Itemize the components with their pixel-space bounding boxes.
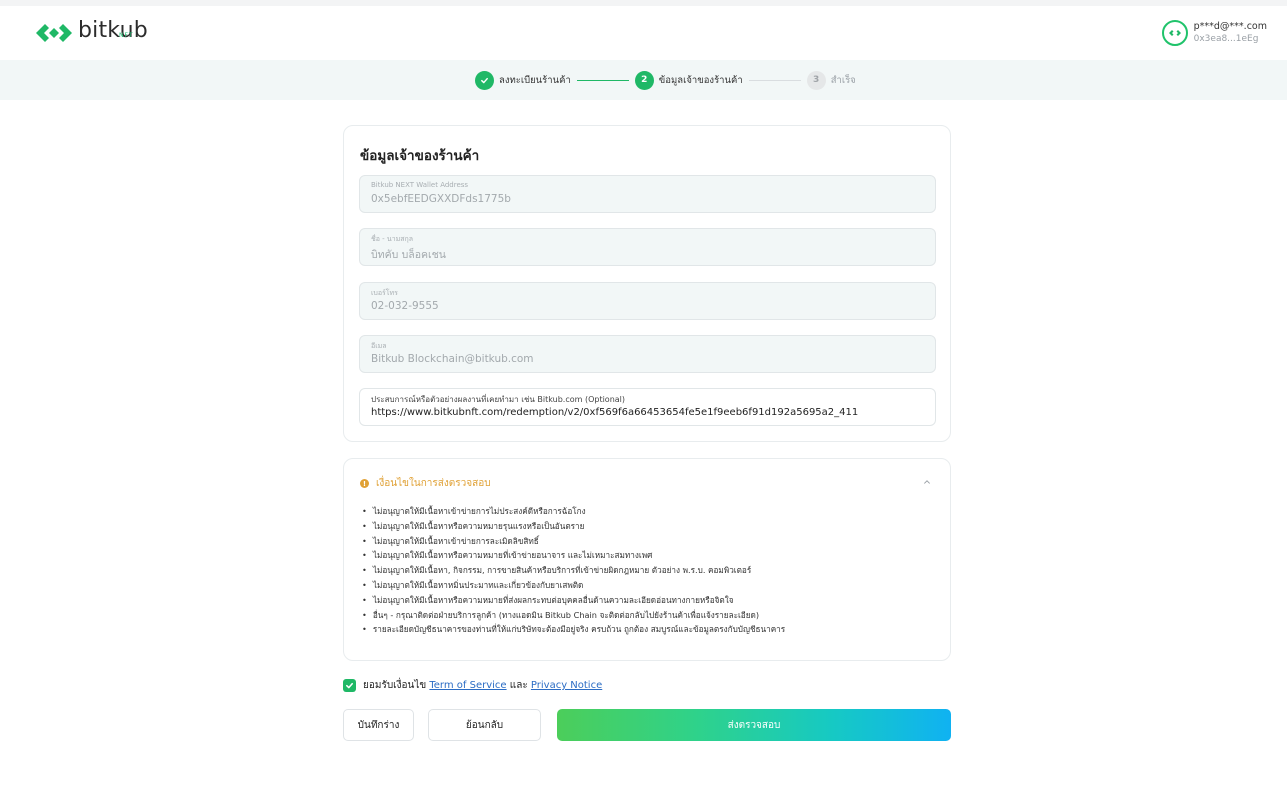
list-item: ไม่อนุญาตให้มีเนื้อหาหรือความหมายที่เข้า… (362, 548, 785, 563)
field-label: เบอร์โทร (371, 289, 398, 297)
step-connector-1 (576, 79, 629, 81)
agree-checkbox[interactable] (343, 679, 356, 692)
field-value: 02-032-9555 (371, 300, 439, 312)
list-item: ไม่อนุญาตให้มีเนื้อหาหมิ่นประมาทและเกี่ย… (362, 578, 785, 593)
stepper-bar: ลงทะเบียนร้านค้า 2 ข้อมูลเจ้าของร้านค้า … (0, 60, 1287, 100)
header: bitkub NFT p***d@***.com 0x3ea8...1eEg (0, 6, 1287, 60)
list-item: ไม่อนุญาตให้มีเนื้อหาเข้าข่ายการละเมิดลิ… (362, 534, 785, 549)
submit-review-button[interactable]: ส่งตรวจสอบ (557, 709, 951, 741)
check-icon (346, 682, 353, 689)
list-item: ไม่อนุญาตให้มีเนื้อหาหรือความหมายที่ส่งผ… (362, 593, 785, 608)
agreement-row: ยอมรับเงื่อนไข Term of Service และ Priva… (343, 678, 602, 693)
portfolio-url-field[interactable]: ประสบการณ์หรือตัวอย่างผลงานที่เคยทำมา เช… (359, 388, 936, 426)
terms-of-service-link[interactable]: Term of Service (429, 680, 506, 691)
step-3-number: 3 (806, 70, 826, 90)
phone-field[interactable]: เบอร์โทร 02-032-9555 (359, 282, 936, 320)
brand-sub: NFT (119, 32, 134, 39)
conditions-header[interactable]: ! เงื่อนไขในการส่งตรวจสอบ (360, 476, 491, 491)
conditions-list: ไม่อนุญาตให้มีเนื้อหาเข้าข่ายการไม่ประสง… (362, 504, 785, 637)
step-3-label: สำเร็จ (830, 74, 856, 86)
step-connector-2 (748, 79, 801, 81)
step-1-label: ลงทะเบียนร้านค้า (499, 74, 571, 86)
account-email: p***d@***.com (1193, 21, 1267, 32)
save-draft-button[interactable]: บันทึกร่าง (343, 709, 414, 741)
stepper: ลงทะเบียนร้านค้า 2 ข้อมูลเจ้าของร้านค้า … (475, 70, 856, 90)
back-button[interactable]: ย้อนกลับ (428, 709, 541, 741)
field-label: อีเมล (371, 342, 387, 350)
step-2-label: ข้อมูลเจ้าของร้านค้า (658, 74, 743, 86)
account-menu[interactable]: p***d@***.com 0x3ea8...1eEg (1161, 20, 1267, 46)
step-1-check-icon (475, 70, 494, 90)
list-item: ไม่อนุญาตให้มีเนื้อหา, กิจกรรม, การขายสิ… (362, 563, 785, 578)
field-value: บิทคับ บล็อคเชน (371, 249, 446, 261)
wallet-avatar-icon (1168, 30, 1181, 36)
field-label: ประสบการณ์หรือตัวอย่างผลงานที่เคยทำมา เช… (371, 395, 626, 404)
field-label: Bitkub NEXT Wallet Address (371, 181, 469, 189)
form-title: ข้อมูลเจ้าของร้านค้า (360, 148, 480, 164)
info-icon: ! (360, 479, 369, 488)
conditions-card: ! เงื่อนไขในการส่งตรวจสอบ ไม่อนุญาตให้มี… (343, 458, 951, 661)
conditions-title: เงื่อนไขในการส่งตรวจสอบ (376, 478, 491, 489)
agreement-text: ยอมรับเงื่อนไข Term of Service และ Priva… (363, 678, 602, 693)
bitkub-logo-icon (36, 24, 72, 42)
full-name-field[interactable]: ชื่อ - นามสกุล บิทคับ บล็อคเชน (359, 228, 936, 266)
chevron-up-icon[interactable] (923, 478, 931, 486)
field-value: 0x5ebfEEDGXXDFds1775b (371, 193, 511, 205)
agreement-prefix: ยอมรับเงื่อนไข (363, 680, 427, 691)
account-address: 0x3ea8...1eEg (1193, 34, 1259, 44)
brand-name: bitkub (78, 18, 148, 43)
list-item: อื่นๆ - กรุณาติดต่อฝ่ายบริการลูกค้า (ทาง… (362, 608, 785, 623)
agreement-and: และ (509, 680, 528, 691)
list-item: ไม่อนุญาตให้มีเนื้อหาหรือความหมายรุนแรงห… (362, 519, 785, 534)
step-2-number: 2 (634, 70, 654, 90)
field-value: Bitkub Blockchain@bitkub.com (371, 353, 534, 365)
wallet-address-field[interactable]: Bitkub NEXT Wallet Address 0x5ebfEEDGXXD… (359, 175, 936, 213)
avatar (1161, 20, 1188, 46)
email-field[interactable]: อีเมล Bitkub Blockchain@bitkub.com (359, 335, 936, 373)
list-item: รายละเอียดบัญชีธนาคารของท่านที่ให้แก่บริ… (362, 622, 785, 637)
privacy-notice-link[interactable]: Privacy Notice (531, 680, 602, 691)
field-label: ชื่อ - นามสกุล (371, 235, 414, 243)
list-item: ไม่อนุญาตให้มีเนื้อหาเข้าข่ายการไม่ประสง… (362, 504, 785, 519)
owner-info-card: ข้อมูลเจ้าของร้านค้า Bitkub NEXT Wallet … (343, 125, 951, 442)
field-value: https://www.bitkubnft.com/redemption/v2/… (371, 407, 859, 418)
